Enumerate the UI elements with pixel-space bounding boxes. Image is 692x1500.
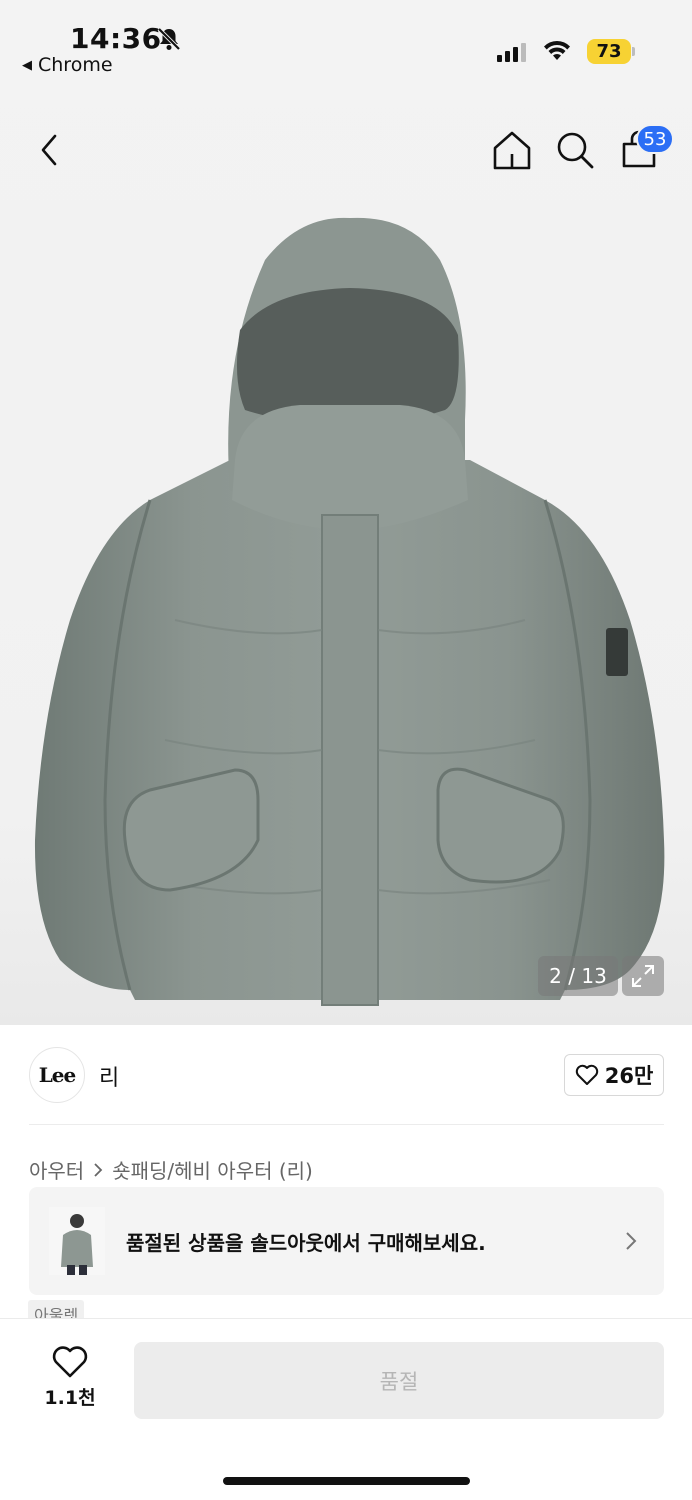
signal-icon <box>497 40 526 62</box>
soldout-purchase-button[interactable]: 품절 <box>134 1342 664 1419</box>
back-triangle-icon: ◀ <box>22 57 32 73</box>
brand-like-count: 26만 <box>604 1064 654 1088</box>
chevron-right-icon <box>94 1162 103 1177</box>
product-hero: 14:36 ◀ Chrome 73 53 2 / 13 <box>0 0 692 1025</box>
home-indicator <box>223 1477 470 1485</box>
back-to-app[interactable]: ◀ Chrome <box>22 54 113 76</box>
chevron-left-icon[interactable] <box>28 128 72 172</box>
expand-icon <box>632 965 654 987</box>
battery-cap <box>632 47 635 56</box>
brand-name[interactable]: 리 <box>99 1060 119 1092</box>
heart-icon <box>575 1064 598 1085</box>
brand-logo[interactable]: Lee <box>29 1047 85 1103</box>
wishlist-button[interactable]: 1.1천 <box>40 1345 100 1410</box>
battery-level: 73 <box>596 41 622 62</box>
breadcrumb-category[interactable]: 아우터 <box>29 1155 84 1184</box>
search-icon[interactable] <box>553 128 597 172</box>
chevron-right-icon <box>626 1232 637 1250</box>
home-icon[interactable] <box>490 128 534 172</box>
soldout-thumbnail <box>49 1207 105 1275</box>
status-time: 14:36 <box>70 22 162 55</box>
back-app-label: Chrome <box>38 54 113 76</box>
wifi-icon <box>544 40 570 60</box>
cart-count-badge: 53 <box>636 124 674 154</box>
breadcrumb: 아우터 숏패딩/헤비 아우터 (리) <box>29 1155 313 1184</box>
expand-image-button[interactable] <box>622 956 664 996</box>
status-bar: 14:36 ◀ Chrome 73 <box>0 0 692 90</box>
wishlist-count: 1.1천 <box>44 1387 96 1409</box>
soldout-message: 품절된 상품을 솔드아웃에서 구매해보세요. <box>126 1231 486 1255</box>
soldout-banner[interactable]: 품절된 상품을 솔드아웃에서 구매해보세요. <box>29 1187 664 1295</box>
bell-slash-icon <box>157 27 181 51</box>
brand-like-button[interactable]: 26만 <box>564 1054 664 1096</box>
image-counter: 2 / 13 <box>538 956 618 996</box>
brand-logo-text: Lee <box>38 1063 77 1087</box>
divider <box>29 1124 664 1125</box>
battery-icon: 73 <box>587 39 631 64</box>
heart-icon <box>52 1346 88 1378</box>
breadcrumb-subcategory[interactable]: 숏패딩/헤비 아우터 (리) <box>112 1155 313 1184</box>
product-image[interactable] <box>0 200 692 1025</box>
